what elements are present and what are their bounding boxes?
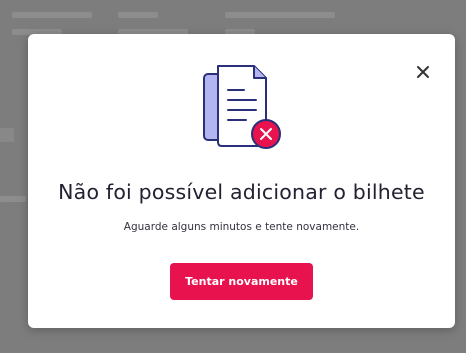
background-text (0, 196, 26, 202)
close-icon (417, 66, 429, 78)
retry-button[interactable]: Tentar novamente (170, 263, 313, 300)
background-block (0, 128, 14, 142)
page-background: Não foi possível adicionar o bilhete Agu… (0, 0, 466, 353)
background-text (12, 12, 92, 18)
close-button[interactable] (415, 64, 431, 80)
document-error-icon (203, 65, 281, 149)
dialog-message: Aguarde alguns minutos e tente novamente… (123, 221, 360, 233)
error-dialog: Não foi possível adicionar o bilhete Agu… (28, 34, 455, 328)
background-text (118, 12, 158, 18)
dialog-title: Não foi possível adicionar o bilhete (58, 180, 425, 204)
background-text (225, 12, 335, 18)
